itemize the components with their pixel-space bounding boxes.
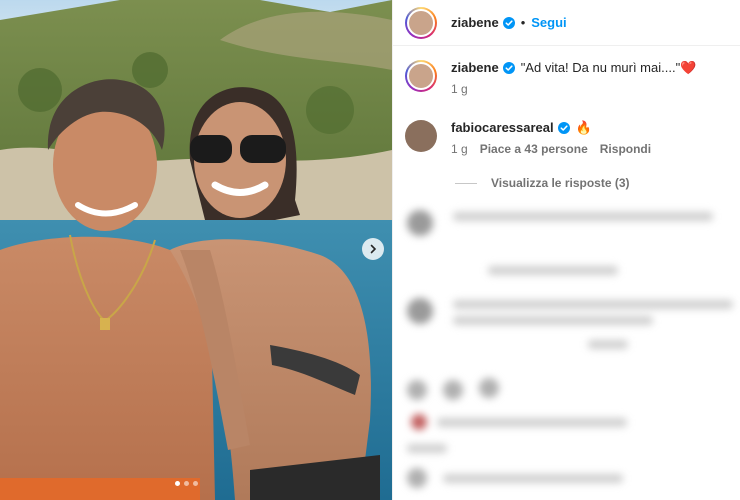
carousel-dot: [175, 481, 180, 486]
separator: •: [520, 15, 526, 30]
view-replies-button[interactable]: Visualizza le risposte (3): [455, 176, 630, 190]
beach-couple-photo: [0, 0, 392, 500]
smiley-icon[interactable]: [407, 468, 427, 488]
heart-icon[interactable]: [407, 380, 427, 400]
comment-likes[interactable]: Piace a 43 persone: [480, 142, 588, 156]
comment-time[interactable]: 1 g: [451, 82, 468, 96]
comment-time[interactable]: 1 g: [451, 142, 468, 156]
avatar[interactable]: [405, 60, 437, 92]
verified-badge-icon: [502, 16, 515, 29]
post-photo[interactable]: [0, 0, 392, 500]
blurred-content: [393, 200, 740, 500]
follow-button[interactable]: Segui: [531, 15, 566, 30]
comment-username[interactable]: ziabene: [451, 60, 499, 76]
comment-item: ziabene "Ad vita! Da nu murì mai...."❤️ …: [405, 60, 696, 96]
comments-panel: ziabene • Segui ziabene "Ad vita! Da nu …: [392, 0, 740, 500]
comment-text: "Ad vita! Da nu murì mai...."❤️: [520, 60, 697, 75]
view-replies-label: Visualizza le risposte (3): [491, 176, 630, 190]
next-photo-button[interactable]: [362, 238, 384, 260]
verified-badge-icon: [557, 122, 570, 134]
comment-item: fabiocaressareal 🔥 1 g Piace a 43 person…: [405, 120, 651, 156]
carousel-dot: [193, 481, 198, 486]
comment-icon[interactable]: [443, 380, 463, 400]
post-header: ziabene • Segui: [393, 0, 740, 46]
chevron-right-icon: [370, 244, 377, 254]
avatar[interactable]: [405, 120, 437, 152]
comment-username[interactable]: fabiocaressareal: [451, 120, 554, 136]
carousel-indicator: [175, 481, 198, 486]
comment-text: 🔥: [575, 120, 592, 135]
reply-button[interactable]: Rispondi: [600, 142, 651, 156]
author-username[interactable]: ziabene: [451, 15, 499, 30]
share-icon[interactable]: [479, 378, 499, 398]
carousel-dot: [184, 481, 189, 486]
divider: [455, 182, 477, 184]
avatar[interactable]: [405, 6, 437, 39]
verified-badge-icon: [502, 62, 515, 74]
